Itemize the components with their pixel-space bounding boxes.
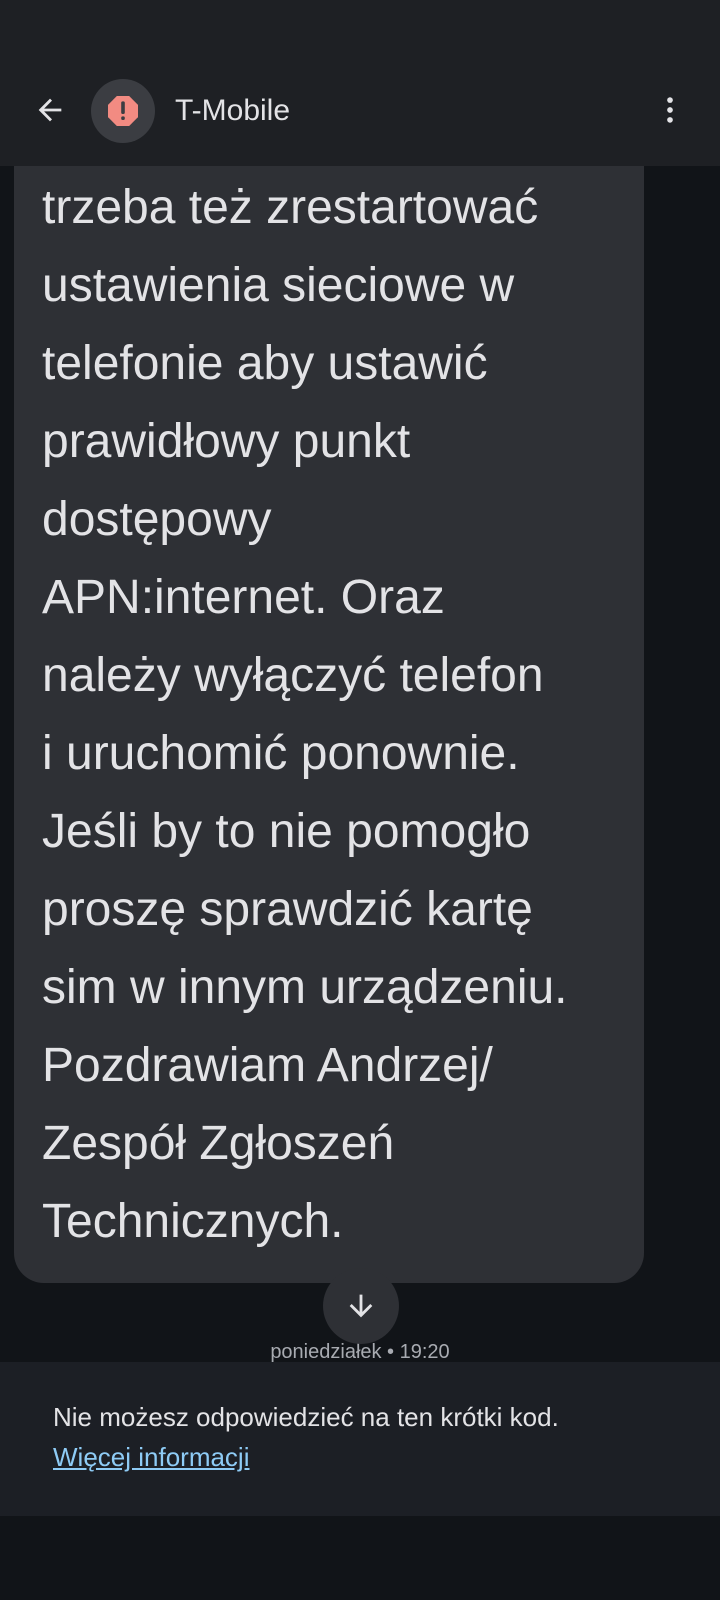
conversation-list[interactable]: trzeba też zrestartować ustawienia sieci… (0, 166, 720, 1362)
navigation-bar-area (0, 1516, 720, 1600)
message-bubble[interactable]: trzeba też zrestartować ustawienia sieci… (14, 166, 644, 1283)
conversation-title: T-Mobile (175, 94, 291, 127)
notice-text: Nie możesz odpowiedzieć na ten krótki ko… (53, 1402, 559, 1432)
back-button[interactable] (26, 86, 74, 134)
more-options-button[interactable] (646, 86, 694, 134)
arrow-down-icon (349, 1294, 373, 1318)
app-bar: T-Mobile (0, 56, 720, 166)
more-info-link[interactable]: Więcej informacji (53, 1440, 250, 1474)
arrow-back-icon (38, 98, 62, 122)
message-text: trzeba też zrestartować ustawienia sieci… (42, 181, 568, 1248)
scroll-to-bottom-button[interactable] (323, 1268, 399, 1344)
alert-octagon-icon (108, 96, 138, 126)
more-vert-icon (667, 97, 673, 123)
avatar[interactable] (91, 79, 155, 143)
reply-disabled-notice: Nie możesz odpowiedzieć na ten krótki ko… (0, 1362, 720, 1516)
status-bar (0, 0, 720, 56)
